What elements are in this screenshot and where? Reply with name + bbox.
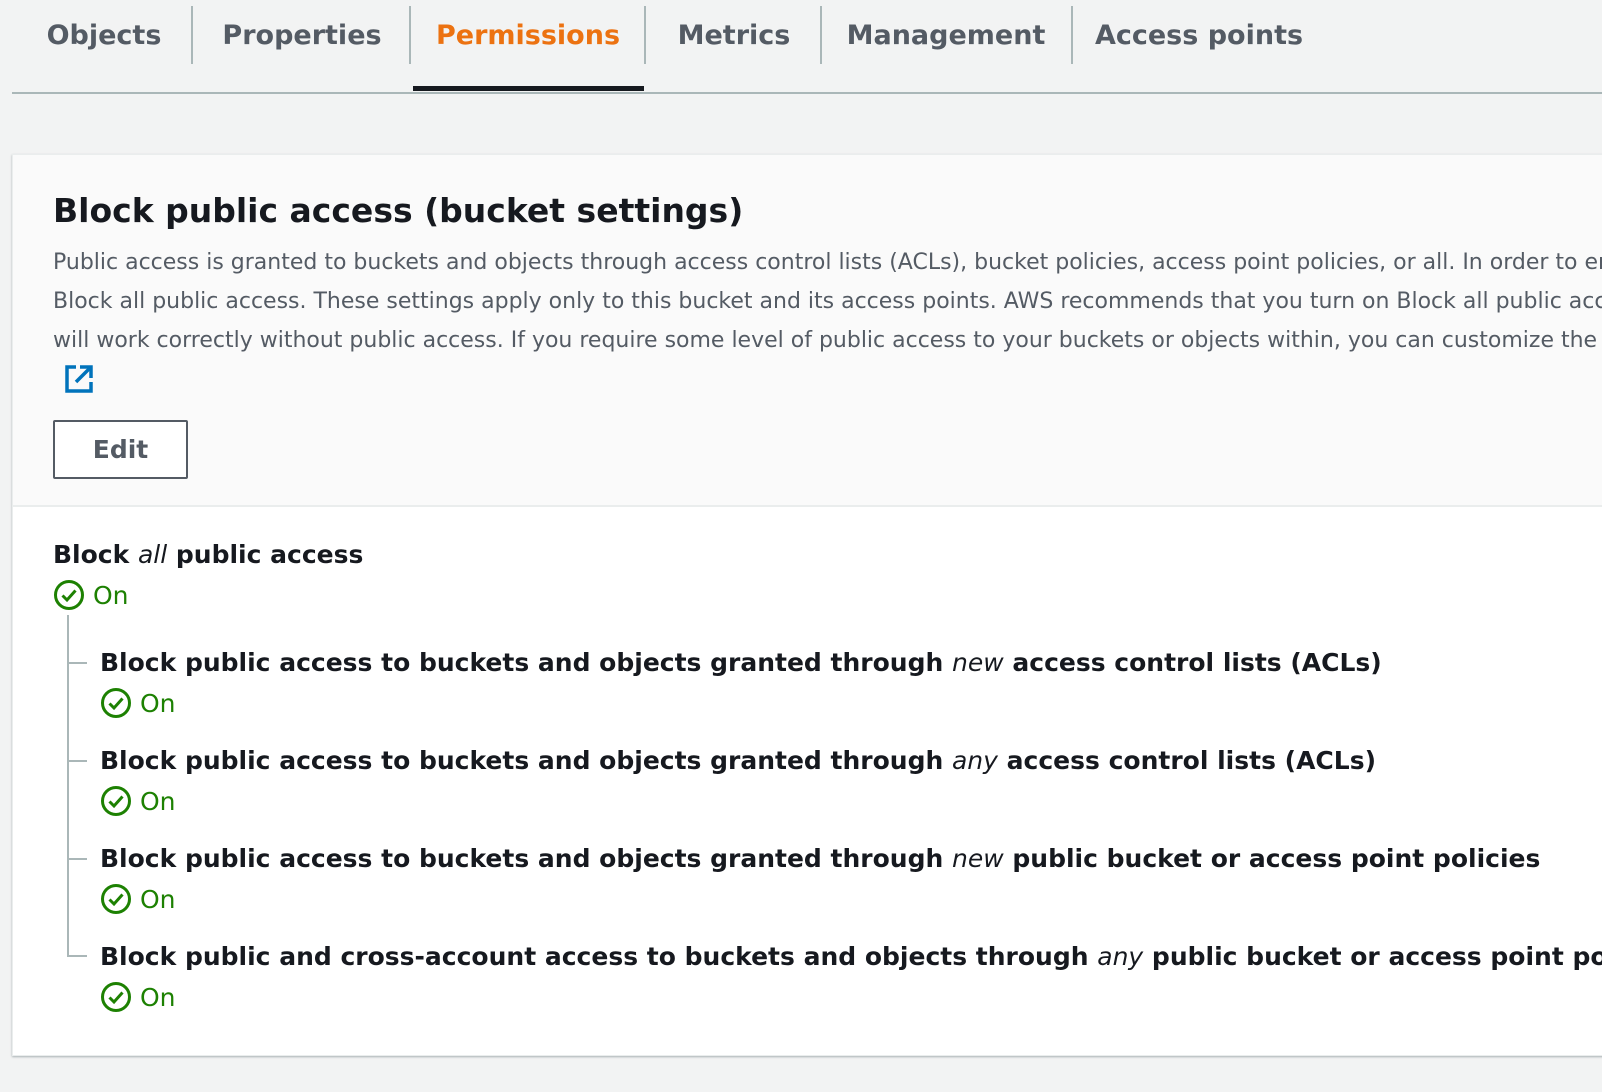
tab-access-points[interactable]: Access points <box>1095 6 1303 64</box>
label-emphasis: all <box>137 540 168 569</box>
setting-any-acls-label: Block public access to buckets and objec… <box>100 746 1376 775</box>
tree-branch <box>67 858 87 860</box>
setting-any-policies-label: Block public and cross-account access to… <box>100 942 1602 971</box>
edit-button[interactable]: Edit <box>53 420 188 479</box>
tab-management[interactable]: Management <box>847 6 1046 64</box>
tab-metrics[interactable]: Metrics <box>672 6 796 64</box>
setting-any-acls-status: On <box>100 785 176 817</box>
status-text: On <box>140 688 176 718</box>
check-circle-icon <box>101 786 131 816</box>
status-text: On <box>140 982 176 1012</box>
description-line: Block all public access. These settings … <box>53 289 1602 314</box>
check-circle-icon <box>101 982 131 1012</box>
tab-divider <box>191 6 193 64</box>
tab-permissions[interactable]: Permissions <box>432 6 624 64</box>
label-text: Block public access to buckets and objec… <box>100 844 952 873</box>
tab-bar: Objects Properties Permissions Metrics M… <box>12 0 1602 94</box>
tab-divider <box>820 6 822 64</box>
description-line: Public access is granted to buckets and … <box>53 250 1602 275</box>
panel-header: Block public access (bucket settings) Pu… <box>13 155 1602 507</box>
tab-properties[interactable]: Properties <box>217 6 387 64</box>
tab-divider <box>1071 6 1073 64</box>
tab-divider <box>644 6 646 64</box>
block-public-access-panel: Block public access (bucket settings) Pu… <box>12 154 1602 1056</box>
check-circle-icon <box>101 884 131 914</box>
status-text: On <box>140 884 176 914</box>
check-circle-icon <box>54 580 84 610</box>
block-all-status: On <box>53 579 129 611</box>
panel-description: Public access is granted to buckets and … <box>53 243 1602 360</box>
label-text: Block public access to buckets and objec… <box>100 648 952 677</box>
tree-branch <box>67 760 87 762</box>
label-text: public access <box>167 540 364 569</box>
label-text: access control lists (ACLs) <box>1003 648 1382 677</box>
check-circle-icon <box>101 688 131 718</box>
setting-new-acls-status: On <box>100 687 176 719</box>
tree-connector <box>67 615 69 955</box>
setting-any-policies-status: On <box>100 981 176 1013</box>
external-link-icon[interactable] <box>63 363 95 395</box>
label-emphasis: new <box>951 844 1004 873</box>
label-text: Block public access to buckets and objec… <box>100 746 952 775</box>
label-emphasis: any <box>951 746 998 775</box>
description-line: will work correctly without public acces… <box>53 328 1602 353</box>
label-text: access control lists (ACLs) <box>997 746 1377 775</box>
active-tab-indicator <box>413 86 644 91</box>
tree-branch <box>67 955 87 957</box>
label-emphasis: any <box>1097 942 1144 971</box>
tab-divider <box>409 6 411 64</box>
setting-new-policies-label: Block public access to buckets and objec… <box>100 844 1540 873</box>
status-text: On <box>93 580 129 610</box>
tab-objects[interactable]: Objects <box>40 6 168 64</box>
status-text: On <box>140 786 176 816</box>
label-text: Block <box>53 540 138 569</box>
tree-branch <box>67 662 87 664</box>
panel-title: Block public access (bucket settings) <box>53 191 744 230</box>
label-text: public bucket or access point policies <box>1003 844 1541 873</box>
label-text: Block public and cross-account access to… <box>100 942 1098 971</box>
block-all-label: Block all public access <box>53 540 363 569</box>
label-text: public bucket or access point policies <box>1151 942 1602 971</box>
label-emphasis: new <box>951 648 1004 677</box>
setting-new-policies-status: On <box>100 883 176 915</box>
setting-new-acls-label: Block public access to buckets and objec… <box>100 648 1382 677</box>
